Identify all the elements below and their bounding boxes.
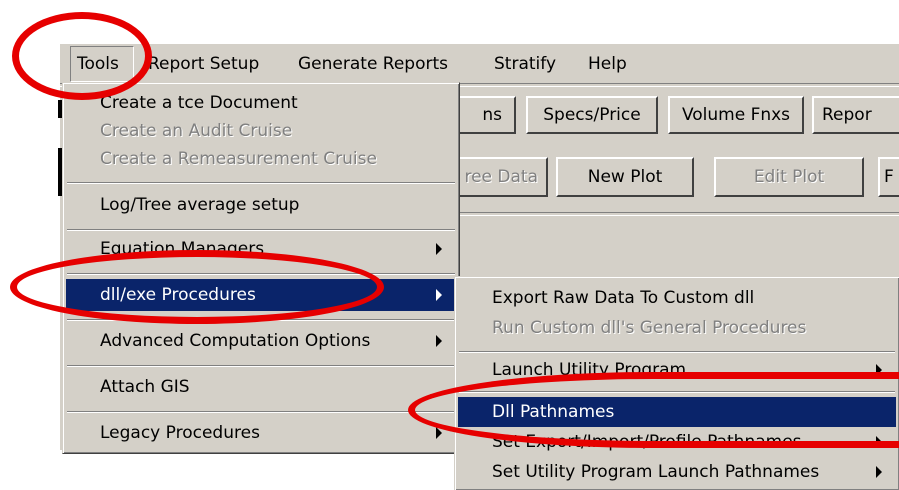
menu-item-set-utility-program-launch-pathnames[interactable]: Set Utility Program Launch Pathnames [458, 457, 896, 487]
menu-item-log-tree-average-setup[interactable]: Log/Tree average setup [66, 189, 456, 221]
toolbar-button-partial-right[interactable]: F [878, 157, 899, 197]
menu-report-setup[interactable]: Report Setup [142, 46, 265, 82]
menu-separator [67, 182, 455, 184]
menu-separator [67, 229, 455, 231]
menu-separator [67, 411, 455, 413]
tools-menu: Create a tce Document Create an Audit Cr… [62, 82, 460, 454]
submenu-arrow-icon [436, 289, 442, 301]
menu-item-label: dll/exe Procedures [100, 285, 256, 305]
submenu-arrow-icon [876, 466, 882, 478]
menu-item-label: Legacy Procedures [100, 423, 260, 443]
menu-item-equation-managers[interactable]: Equation Managers [66, 233, 456, 265]
menu-item-dll-pathnames[interactable]: Dll Pathnames [458, 397, 896, 427]
menu-separator [459, 391, 895, 393]
menu-separator [67, 319, 455, 321]
specs-price-button[interactable]: Specs/Price [526, 96, 658, 134]
report-button-partial[interactable]: Repor [812, 96, 899, 134]
new-plot-button[interactable]: New Plot [556, 157, 694, 197]
submenu-arrow-icon [876, 436, 882, 448]
menu-help[interactable]: Help [582, 46, 633, 82]
menu-item-run-custom-dll-general-procedures: Run Custom dll's General Procedures [492, 318, 807, 338]
menu-item-create-audit-cruise: Create an Audit Cruise [100, 121, 293, 141]
menu-item-label: Set Utility Program Launch Pathnames [492, 462, 820, 482]
toolbar-divider [460, 212, 899, 216]
edit-plot-button[interactable]: Edit Plot [714, 157, 864, 197]
menu-item-dll-exe-procedures[interactable]: dll/exe Procedures [66, 279, 456, 311]
dll-exe-submenu: Export Raw Data To Custom dll Run Custom… [454, 276, 899, 490]
submenu-arrow-icon [436, 335, 442, 347]
menu-item-create-remeasurement-cruise: Create a Remeasurement Cruise [100, 149, 377, 169]
submenu-arrow-icon [436, 243, 442, 255]
menu-item-label: Advanced Computation Options [100, 331, 371, 351]
menu-item-legacy-procedures[interactable]: Legacy Procedures [66, 417, 456, 449]
menu-item-create-tce-document[interactable]: Create a tce Document [66, 89, 456, 117]
submenu-arrow-icon [876, 364, 882, 376]
menu-bar: Tools Report Setup Generate Reports Stra… [60, 46, 899, 82]
menu-item-label: Set Export/Import/Profile Pathnames [492, 432, 802, 452]
submenu-arrow-icon [436, 427, 442, 439]
menu-item-label: Equation Managers [100, 239, 265, 259]
menu-separator [67, 273, 455, 275]
menu-item-export-raw-data-to-custom-dll[interactable]: Export Raw Data To Custom dll [458, 283, 896, 313]
menu-item-attach-gis[interactable]: Attach GIS [66, 371, 456, 403]
menu-generate-reports[interactable]: Generate Reports [292, 46, 454, 82]
menu-item-set-export-import-profile-pathnames[interactable]: Set Export/Import/Profile Pathnames [458, 427, 896, 457]
volume-fnxs-button[interactable]: Volume Fnxs [668, 96, 804, 134]
menu-tools[interactable]: Tools [70, 46, 134, 82]
menu-separator [67, 365, 455, 367]
menu-item-advanced-computation-options[interactable]: Advanced Computation Options [66, 325, 456, 357]
menu-item-label: Launch Utility Program [492, 360, 687, 380]
menu-separator [459, 351, 895, 353]
window-edge-top [58, 42, 899, 44]
menu-item-launch-utility-program[interactable]: Launch Utility Program [458, 355, 896, 385]
menu-stratify[interactable]: Stratify [488, 46, 562, 82]
